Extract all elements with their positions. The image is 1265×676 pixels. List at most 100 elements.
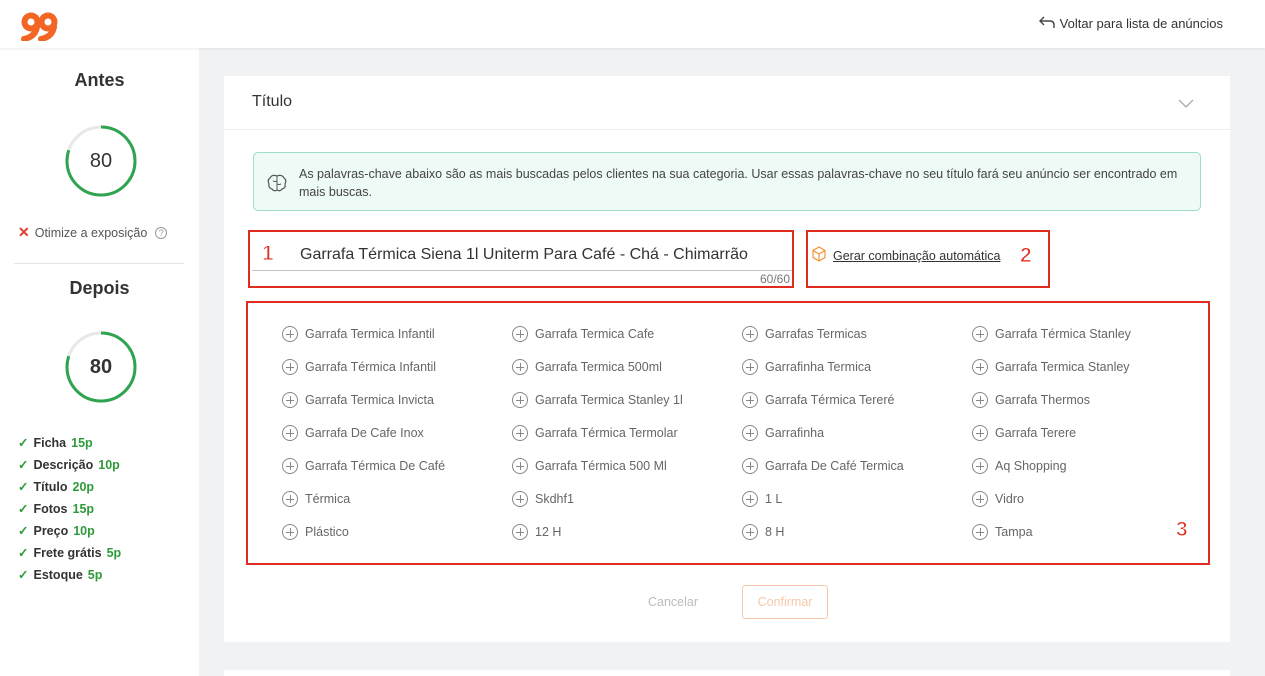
checklist-item: ✓ Descrição 10p: [18, 454, 121, 476]
keyword-label: Garrafas Termicas: [765, 326, 867, 341]
keyword-label: Garrafa Termica Cafe: [535, 326, 655, 341]
add-circle-icon: [742, 424, 758, 441]
add-circle-icon: [972, 325, 988, 342]
keyword-suggestion[interactable]: 1 L: [742, 482, 972, 515]
keyword-suggestion[interactable]: Garrafa Térmica Infantil: [282, 350, 512, 383]
cancel-button[interactable]: Cancelar: [648, 595, 698, 609]
keyword-suggestion[interactable]: Garrafa Termica Stanley: [972, 350, 1202, 383]
keyword-suggestion[interactable]: Garrafa De Cafe Inox: [282, 416, 512, 449]
add-circle-icon: [972, 490, 988, 507]
chevron-down-icon[interactable]: [1178, 96, 1194, 114]
after-score-value: 80: [89, 356, 113, 378]
keyword-suggestion[interactable]: 8 H: [742, 515, 972, 548]
add-circle-icon: [282, 391, 298, 408]
keyword-suggestion[interactable]: Tampa: [972, 515, 1202, 548]
add-circle-icon: [972, 391, 988, 408]
check-icon: ✓: [18, 502, 29, 516]
sidebar-divider: [14, 263, 184, 264]
keyword-suggestion[interactable]: Garrafa Termica Infantil: [282, 317, 512, 350]
keyword-grid: Garrafa Termica Infantil Garrafa Termica …: [282, 317, 1202, 548]
checklist-label: Título: [33, 480, 68, 494]
add-circle-icon: [512, 391, 528, 408]
add-circle-icon: [512, 358, 528, 375]
checklist-label: Frete grátis: [33, 546, 102, 560]
keyword-label: Garrafinha Termica: [765, 359, 872, 374]
x-icon: ✕: [18, 224, 30, 240]
back-to-listings-link[interactable]: Voltar para lista de anúncios: [1038, 15, 1223, 32]
add-circle-icon: [972, 457, 988, 474]
add-circle-icon: [512, 490, 528, 507]
keyword-suggestion[interactable]: Garrafa Termica Cafe: [512, 317, 742, 350]
keyword-label: Garrafa Termica 500ml: [535, 359, 662, 374]
keyword-suggestion[interactable]: Garrafa Térmica Tereré: [742, 383, 972, 416]
keyword-suggestion[interactable]: Vidro: [972, 482, 1202, 515]
add-circle-icon: [972, 358, 988, 375]
keyword-suggestion[interactable]: Skdhf1: [512, 482, 742, 515]
keyword-label: 8 H: [765, 524, 785, 539]
keyword-suggestion[interactable]: Garrafas Termicas: [742, 317, 972, 350]
checklist-label: Ficha: [33, 436, 67, 450]
checklist-item: ✓ Título 20p: [18, 476, 121, 498]
back-link-label: Voltar para lista de anúncios: [1059, 16, 1223, 31]
add-circle-icon: [512, 325, 528, 342]
check-icon: ✓: [18, 436, 29, 450]
add-circle-icon: [972, 523, 988, 540]
brain-icon: [266, 173, 288, 198]
keyword-suggestion[interactable]: Garrafa De Café Termica: [742, 449, 972, 482]
checklist-points: 5p: [106, 546, 122, 560]
title-input[interactable]: [300, 246, 770, 264]
card-divider: [224, 129, 1230, 130]
keyword-suggestion[interactable]: Garrafa Térmica De Café: [282, 449, 512, 482]
keyword-suggestion[interactable]: Aq Shopping: [972, 449, 1202, 482]
arrow-back-icon: [1038, 15, 1056, 32]
checklist-points: 15p: [72, 502, 95, 516]
keyword-label: 12 H: [535, 524, 562, 539]
keyword-label: 1 L: [765, 491, 783, 506]
confirm-button[interactable]: Confirmar: [742, 585, 828, 619]
keyword-suggestion[interactable]: Garrafa Térmica Termolar: [512, 416, 742, 449]
checklist-label: Descrição: [33, 458, 94, 472]
help-icon[interactable]: ?: [155, 226, 168, 239]
checklist-points: 20p: [72, 480, 95, 494]
keyword-suggestion[interactable]: Garrafa Terere: [972, 416, 1202, 449]
keyword-suggestion[interactable]: 12 H: [512, 515, 742, 548]
keyword-label: Garrafa Térmica Stanley: [995, 326, 1131, 341]
check-icon: ✓: [18, 524, 29, 538]
99-logo-icon[interactable]: [20, 11, 60, 42]
keyword-suggestion[interactable]: Garrafa Thermos: [972, 383, 1202, 416]
check-icon: ✓: [18, 546, 29, 560]
add-circle-icon: [512, 523, 528, 540]
marker-3: 3: [1176, 518, 1189, 542]
keyword-suggestion[interactable]: Térmica: [282, 482, 512, 515]
add-circle-icon: [512, 457, 528, 474]
title-card: Título As palavras-chave abaixo são as m…: [224, 76, 1230, 642]
keyword-label: Garrafa Térmica Infantil: [305, 359, 437, 374]
keyword-label: Garrafa Termica Stanley: [995, 359, 1130, 374]
checklist-points: 15p: [71, 436, 93, 450]
add-circle-icon: [282, 523, 298, 540]
keyword-suggestion[interactable]: Garrafinha Termica: [742, 350, 972, 383]
marker-1: 1: [262, 242, 275, 266]
keyword-suggestion[interactable]: Plástico: [282, 515, 512, 548]
keyword-label: Térmica: [305, 491, 351, 506]
checklist-label: Estoque: [33, 568, 83, 582]
auto-combination-area: Gerar combinação automática 2: [806, 230, 1050, 288]
card-title: Título: [252, 93, 293, 110]
keywords-info-box: As palavras-chave abaixo são as mais bus…: [253, 152, 1201, 211]
marker-2: 2: [1020, 244, 1033, 268]
add-circle-icon: [972, 424, 988, 441]
after-heading: Depois: [69, 278, 130, 298]
keyword-suggestion[interactable]: Garrafinha: [742, 416, 972, 449]
keyword-label: Plástico: [305, 524, 349, 539]
keyword-suggestion[interactable]: Garrafa Termica 500ml: [512, 350, 742, 383]
checklist-item: ✓ Estoque 5p: [18, 564, 121, 586]
keyword-suggestion[interactable]: Garrafa Térmica 500 Ml: [512, 449, 742, 482]
keyword-suggestion[interactable]: Garrafa Termica Stanley 1l: [512, 383, 742, 416]
checklist-item: ✓ Preço 10p: [18, 520, 121, 542]
before-score-ring: 80: [64, 124, 138, 198]
keyword-suggestion[interactable]: Garrafa Térmica Stanley: [972, 317, 1202, 350]
keyword-label: Garrafa Termica Infantil: [305, 326, 435, 341]
keyword-suggestion[interactable]: Garrafa Termica Invicta: [282, 383, 512, 416]
optimize-exposure-row: ✕ Otimize a exposição ?: [18, 224, 168, 241]
auto-combination-link[interactable]: Gerar combinação automática: [811, 246, 1000, 265]
